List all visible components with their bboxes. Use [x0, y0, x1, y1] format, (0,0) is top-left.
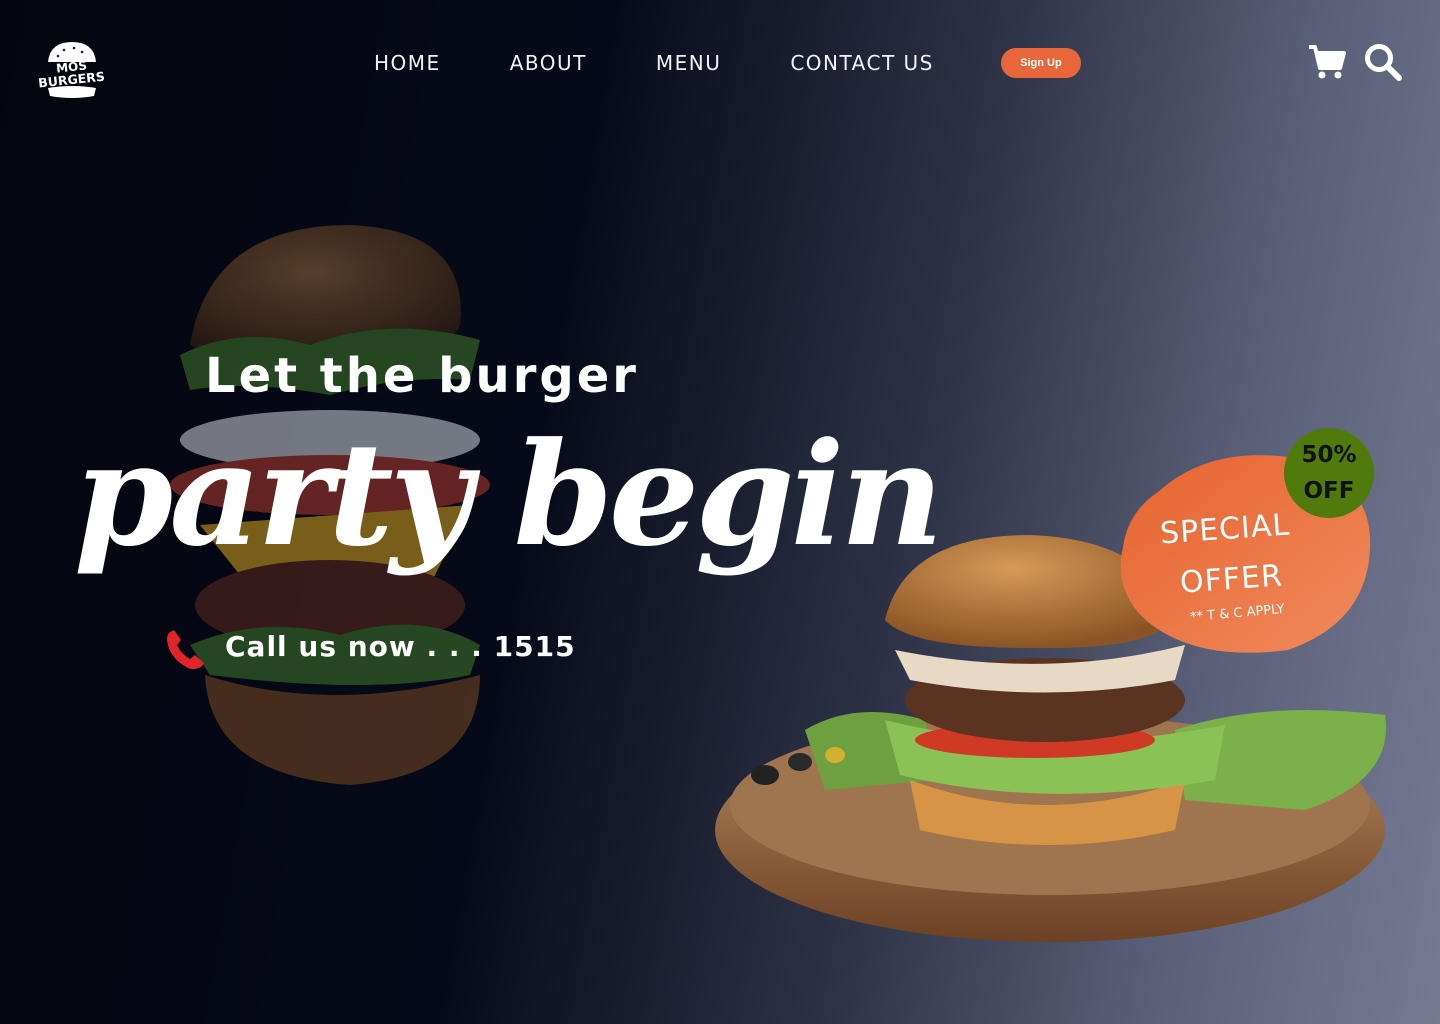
hero-headline: Let the burger [205, 348, 639, 404]
main-nav: HOME ABOUT MENU CONTACT US Sign Up [374, 48, 1081, 78]
search-icon[interactable] [1364, 43, 1402, 81]
discount-badge: 50% OFF [1284, 428, 1374, 518]
discount-off: OFF [1303, 478, 1355, 504]
phone-icon[interactable] [164, 628, 208, 672]
cart-icon[interactable] [1308, 43, 1346, 81]
call-us-text[interactable]: Call us now . . . 1515 [225, 630, 576, 663]
nav-home[interactable]: HOME [374, 49, 441, 77]
logo[interactable]: MOS BURGERS [34, 38, 110, 100]
nav-menu[interactable]: MENU [656, 49, 722, 77]
nav-contact-us[interactable]: CONTACT US [790, 49, 934, 77]
signup-button[interactable]: Sign Up [1000, 48, 1081, 78]
discount-percent: 50% [1301, 442, 1357, 468]
offer-title-line2: OFFER [1178, 558, 1285, 601]
nav-about[interactable]: ABOUT [510, 49, 587, 77]
